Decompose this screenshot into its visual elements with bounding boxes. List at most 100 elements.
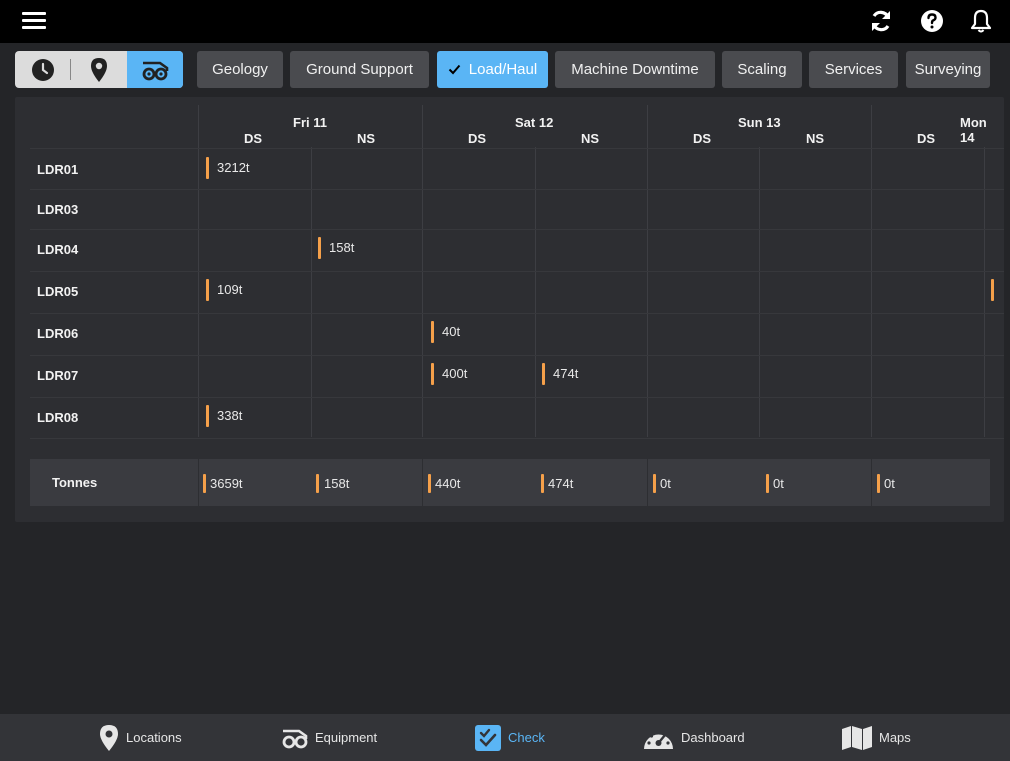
gauge-icon [642, 725, 675, 751]
total-value: 0t [773, 476, 784, 491]
location-pin-icon[interactable] [71, 51, 127, 88]
loader-row-label: LDR08 [37, 410, 79, 425]
total-value: 3659t [210, 476, 243, 491]
loader-row-label: LDR06 [37, 326, 79, 341]
nav-maps[interactable]: Maps [841, 714, 911, 761]
tonnage-value[interactable]: 474t [553, 366, 578, 381]
category-label: Machine Downtime [571, 61, 699, 78]
category-tab-machine-downtime[interactable]: Machine Downtime [555, 51, 715, 88]
category-tab-load-haul[interactable]: Load/Haul [437, 51, 548, 88]
category-tab-ground-support[interactable]: Ground Support [290, 51, 429, 88]
nav-label: Equipment [315, 730, 378, 745]
nav-label: Dashboard [681, 730, 745, 745]
tonnage-marker[interactable] [431, 321, 434, 343]
nav-label: Maps [879, 730, 911, 745]
total-marker [428, 474, 431, 493]
bell-icon[interactable] [968, 8, 994, 34]
shift-header: NS [806, 131, 825, 146]
total-value: 440t [435, 476, 461, 491]
tonnage-marker[interactable] [206, 405, 209, 427]
tonnage-value[interactable]: 400t [442, 366, 467, 381]
grid-line [30, 438, 1004, 439]
total-value: 158t [324, 476, 350, 491]
category-label: Surveying [914, 61, 982, 78]
total-marker [203, 474, 206, 493]
grid-line [30, 189, 1004, 190]
view-toggle [15, 51, 183, 88]
nav-label: Check [508, 730, 545, 745]
loader-row-label: LDR01 [37, 162, 79, 177]
loader-row-label: LDR05 [37, 284, 79, 299]
tonnage-marker[interactable] [542, 363, 545, 385]
category-tab-surveying[interactable]: Surveying [906, 51, 990, 88]
tonnage-marker[interactable] [991, 279, 994, 301]
loader-row-label: LDR04 [37, 242, 79, 257]
tonnage-marker[interactable] [206, 157, 209, 179]
loader-row-label: LDR07 [37, 368, 79, 383]
location-pin-icon [98, 724, 120, 752]
category-label: Geology [212, 61, 268, 78]
nav-locations[interactable]: Locations [98, 714, 182, 761]
grid-line [535, 147, 536, 437]
filter-bar: Geology Ground Support Load/Haul Machine… [0, 43, 1010, 96]
checkmark-icon [448, 62, 461, 78]
total-marker [316, 474, 319, 493]
bottom-nav: Locations Equipment Check Dashboard Maps [0, 714, 1010, 761]
day-header: Sat 12 [515, 115, 554, 130]
category-label: Services [824, 61, 883, 78]
total-value: 0t [660, 476, 671, 491]
category-tab-scaling[interactable]: Scaling [722, 51, 802, 88]
grid-line [30, 313, 1004, 314]
category-tab-services[interactable]: Services [809, 51, 898, 88]
tonnage-value[interactable]: 109t [217, 282, 242, 297]
nav-label: Locations [126, 730, 182, 745]
refresh-icon[interactable] [868, 8, 894, 34]
total-marker [766, 474, 769, 493]
tonnage-value[interactable]: 40t [442, 324, 460, 339]
hamburger-icon[interactable] [21, 8, 47, 34]
grid-line [311, 147, 312, 437]
checklist-icon [474, 724, 502, 752]
grid-line [198, 459, 199, 506]
tonnage-value[interactable]: 3212t [217, 160, 250, 175]
totals-row: Tonnes 3659t 158t 440t 474t 0t 0t 0t [30, 459, 990, 506]
grid-line [871, 459, 872, 506]
help-icon[interactable] [919, 8, 945, 34]
tonnage-marker[interactable] [318, 237, 321, 259]
clock-icon[interactable] [15, 51, 71, 88]
category-label: Scaling [737, 61, 787, 78]
shift-header: DS [693, 131, 712, 146]
total-marker [877, 474, 880, 493]
shift-header: DS [917, 131, 936, 146]
top-bar [0, 0, 1010, 43]
grid-line [30, 229, 1004, 230]
total-marker [541, 474, 544, 493]
shift-header: DS [244, 131, 263, 146]
grid-line [422, 459, 423, 506]
totals-label: Tonnes [52, 475, 98, 490]
category-label: Ground Support [306, 61, 413, 78]
grid-line [30, 148, 1004, 149]
grid-line [759, 147, 760, 437]
grid-line [30, 271, 1004, 272]
schedule-grid: Fri 11 Sat 12 Sun 13 Mon 14 DS NS DS NS … [15, 97, 1004, 522]
tonnage-marker[interactable] [206, 279, 209, 301]
total-value: 0t [884, 476, 895, 491]
loader-icon[interactable] [127, 51, 183, 88]
shift-header: NS [357, 131, 376, 146]
day-header: Mon 14 [960, 115, 987, 145]
nav-check[interactable]: Check [474, 714, 545, 761]
tonnage-value[interactable]: 158t [329, 240, 354, 255]
total-value: 474t [548, 476, 574, 491]
nav-dashboard[interactable]: Dashboard [642, 714, 745, 761]
tonnage-marker[interactable] [431, 363, 434, 385]
shift-header: NS [581, 131, 600, 146]
loader-icon [281, 727, 309, 749]
grid-line [647, 459, 648, 506]
day-header: Fri 11 [293, 115, 327, 130]
tonnage-value[interactable]: 338t [217, 408, 242, 423]
category-label: Load/Haul [468, 61, 538, 78]
nav-equipment[interactable]: Equipment [281, 714, 377, 761]
grid-line [30, 397, 1004, 398]
category-tab-geology[interactable]: Geology [197, 51, 283, 88]
